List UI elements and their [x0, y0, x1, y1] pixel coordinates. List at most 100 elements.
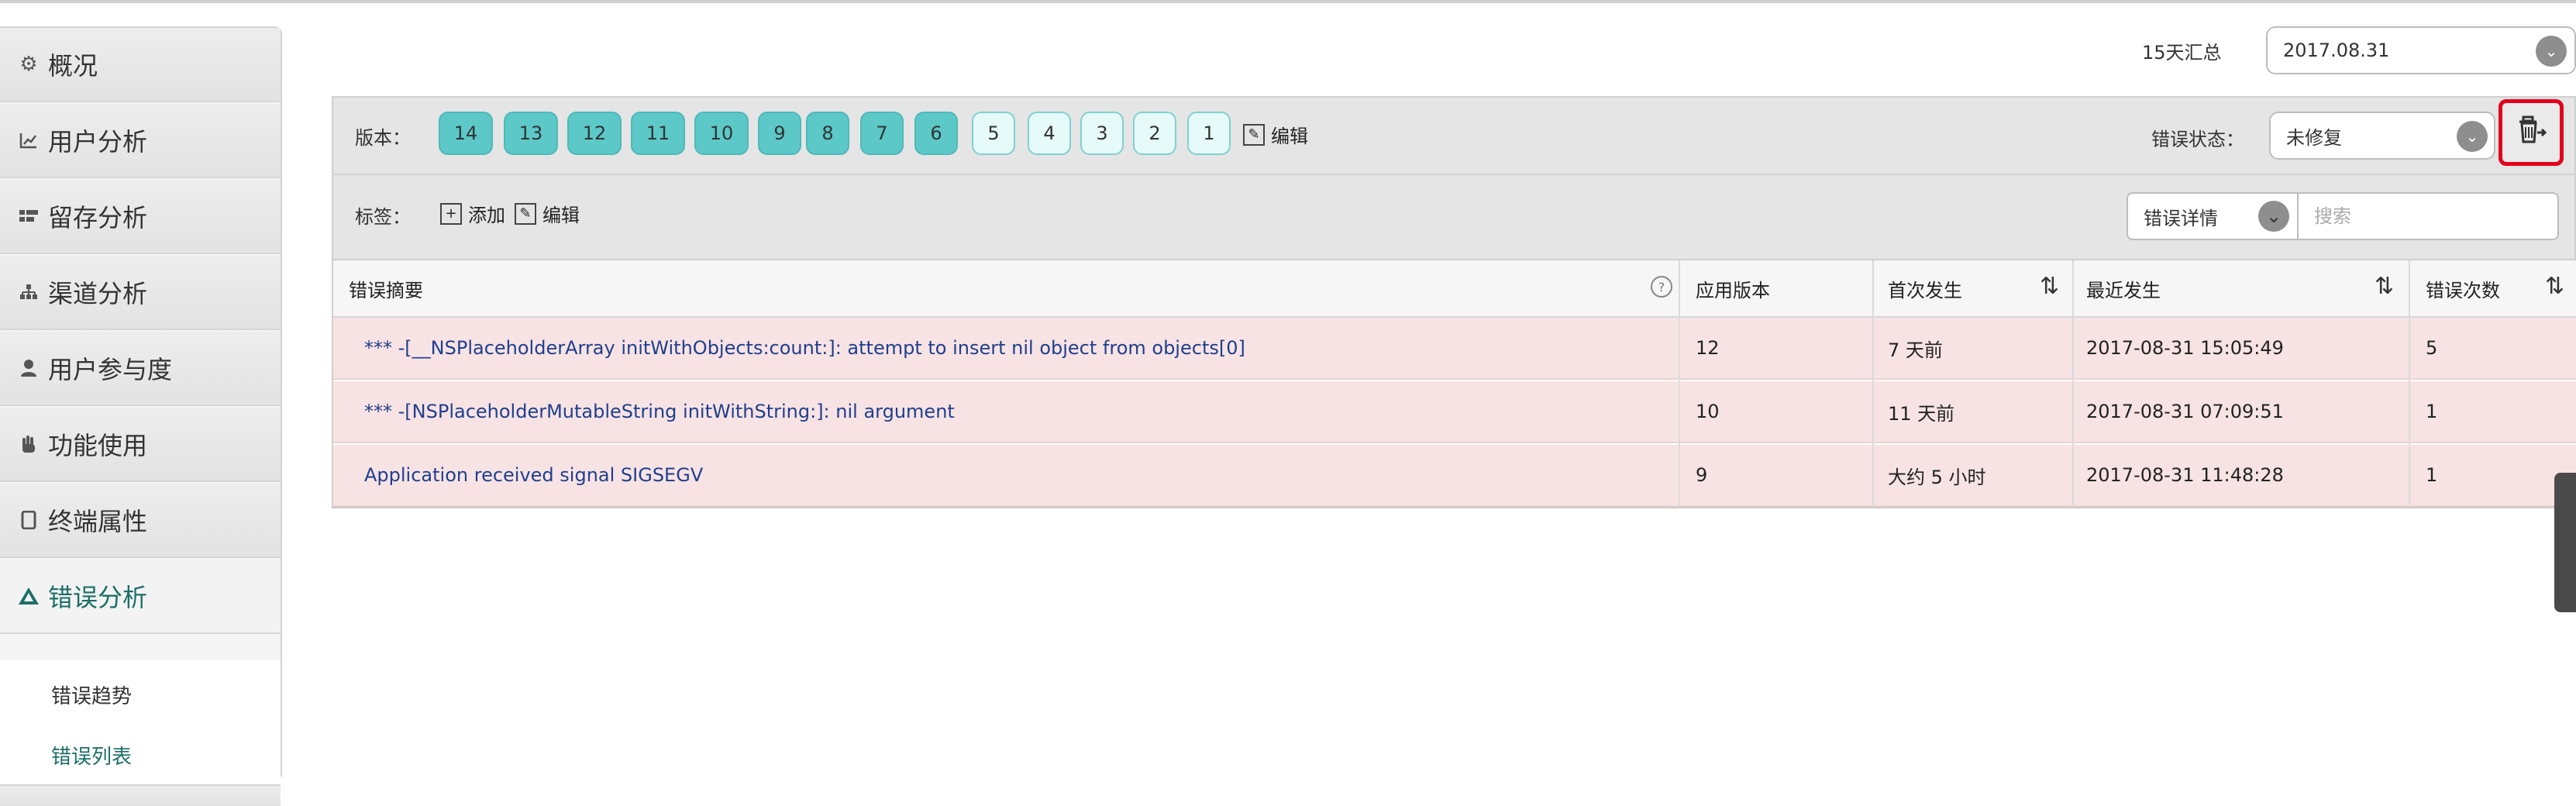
sidebar-item-label: 概况	[48, 51, 98, 81]
date-select-value: 2017.08.31	[2283, 40, 2390, 61]
version-edit-button[interactable]: ✎ 编辑	[1243, 121, 1308, 148]
hand-icon	[15, 431, 42, 457]
submenu-item-error-list[interactable]: 错误列表	[51, 741, 132, 770]
cell-count: 1	[2426, 464, 2438, 486]
tablet-icon	[15, 507, 42, 533]
sort-icon[interactable]: ⇅	[2040, 273, 2059, 300]
error-table: 错误摘要 ? 应用版本 首次发生 ⇅ 最近发生 ⇅ 错误次数 ⇅ *** -[_…	[332, 260, 2576, 508]
version-pill[interactable]: 2	[1133, 112, 1176, 155]
version-pill[interactable]: 9	[758, 112, 801, 155]
search-input[interactable]	[2299, 194, 2554, 239]
user-icon	[15, 355, 42, 381]
cell-version: 12	[1696, 337, 1720, 359]
sidebar-next-item[interactable]	[0, 784, 281, 806]
sort-icon[interactable]: ⇅	[2545, 273, 2564, 300]
sidebar-item-overview[interactable]: ⚙ 概况	[0, 28, 281, 102]
col-last-occurrence[interactable]: 最近发生	[2086, 260, 2161, 316]
divider	[333, 174, 2574, 175]
column-divider	[2072, 260, 2074, 507]
version-pill[interactable]: 12	[567, 112, 622, 155]
sidebar-item-device[interactable]: 终端属性	[0, 484, 281, 558]
sidebar-item-label: 用户分析	[48, 127, 148, 157]
submenu: 错误趋势 错误列表	[0, 660, 281, 781]
edit-icon: ✎	[1243, 123, 1265, 146]
col-first-occurrence[interactable]: 首次发生	[1888, 260, 1962, 316]
tag-add-label: 添加	[468, 205, 505, 226]
error-summary-link[interactable]: Application received signal SIGSEGV	[364, 445, 703, 505]
chevron-down-icon: ⌄	[2258, 201, 2289, 232]
status-select[interactable]: 未修复 ⌄	[2269, 112, 2495, 160]
sidebar-item-engagement[interactable]: 用户参与度	[0, 332, 281, 406]
hierarchy-icon	[15, 279, 42, 305]
tag-add-button[interactable]: + 添加	[440, 200, 505, 227]
sidebar-item-label: 渠道分析	[48, 279, 148, 308]
sidebar: ⚙ 概况 用户分析 留存分析 渠道分析 用户参与度 功能使用 终端属性 错误分析…	[0, 26, 282, 806]
version-pill[interactable]: 3	[1080, 112, 1124, 155]
sidebar-item-feature-usage[interactable]: 功能使用	[0, 408, 281, 482]
detail-select-value: 错误详情	[2144, 207, 2218, 229]
plus-icon: +	[440, 202, 462, 225]
version-pill[interactable]: 13	[504, 112, 558, 155]
tag-edit-label: 编辑	[542, 205, 580, 226]
version-pill[interactable]: 1	[1187, 112, 1231, 155]
detail-select[interactable]: 错误详情 ⌄	[2128, 194, 2299, 239]
sidebar-item-label: 终端属性	[48, 507, 148, 536]
col-version: 应用版本	[1696, 279, 1770, 301]
cell-last: 2017-08-31 07:09:51	[2086, 401, 2284, 422]
chevron-down-icon: ⌄	[2536, 36, 2567, 67]
tag-label: 标签：	[355, 206, 411, 228]
version-pill[interactable]: 7	[860, 112, 904, 155]
version-pill[interactable]: 11	[631, 112, 685, 155]
status-select-value: 未修复	[2286, 126, 2342, 149]
trash-icon	[2516, 114, 2547, 152]
version-pill[interactable]: 14	[439, 112, 493, 155]
sidebar-item-retention[interactable]: 留存分析	[0, 180, 281, 254]
table-header: 错误摘要 ? 应用版本 首次发生 ⇅ 最近发生 ⇅ 错误次数 ⇅	[333, 260, 2576, 318]
sidebar-item-user-analysis[interactable]: 用户分析	[0, 104, 281, 178]
chart-icon	[15, 127, 42, 153]
trash-button[interactable]	[2499, 99, 2564, 166]
grid-icon	[15, 203, 42, 229]
col-summary: 错误摘要	[349, 279, 423, 301]
submenu-item-error-trend[interactable]: 错误趋势	[51, 680, 132, 709]
top-border	[0, 0, 2576, 3]
version-pill[interactable]: 5	[972, 112, 1015, 155]
version-pill[interactable]: 6	[914, 112, 958, 155]
version-pill[interactable]: 4	[1028, 112, 1071, 155]
help-icon[interactable]: ?	[1651, 276, 1672, 298]
gear-icon: ⚙	[19, 53, 38, 76]
table-row[interactable]: *** -[__NSPlaceholderArray initWithObjec…	[333, 318, 2576, 380]
date-select[interactable]: 2017.08.31 ⌄	[2266, 26, 2576, 74]
sidebar-item-label: 功能使用	[48, 431, 148, 460]
cell-version: 9	[1696, 464, 1708, 486]
cell-count: 5	[2426, 337, 2438, 359]
version-pill[interactable]: 10	[694, 112, 749, 155]
tag-edit-button[interactable]: ✎ 编辑	[515, 200, 580, 227]
sidebar-item-channel[interactable]: 渠道分析	[0, 256, 281, 330]
cell-last: 2017-08-31 11:48:28	[2086, 464, 2284, 486]
error-summary-link[interactable]: *** -[NSPlaceholderMutableString initWit…	[364, 381, 955, 442]
column-divider	[1679, 260, 1680, 507]
cell-count: 1	[2426, 401, 2438, 422]
version-pill[interactable]: 8	[806, 112, 849, 155]
sidebar-item-label: 错误分析	[48, 583, 148, 612]
feedback-tab[interactable]	[2554, 473, 2576, 612]
col-error-count[interactable]: 错误次数	[2426, 260, 2500, 316]
summary-label: 15天汇总	[2142, 42, 2222, 64]
chevron-down-icon: ⌄	[2457, 121, 2488, 152]
sidebar-item-error-analysis[interactable]: 错误分析	[0, 560, 281, 634]
version-label: 版本：	[355, 127, 411, 149]
cell-version: 10	[1696, 401, 1720, 422]
table-row[interactable]: *** -[NSPlaceholderMutableString initWit…	[333, 381, 2576, 443]
sort-icon[interactable]: ⇅	[2375, 273, 2394, 300]
column-divider	[2409, 260, 2410, 507]
error-summary-link[interactable]: *** -[__NSPlaceholderArray initWithObjec…	[364, 318, 1245, 378]
cell-first: 7 天前	[1888, 339, 1943, 361]
sidebar-item-label: 留存分析	[48, 203, 148, 232]
edit-icon: ✎	[515, 202, 536, 225]
cell-last: 2017-08-31 15:05:49	[2086, 337, 2284, 359]
column-divider	[1872, 260, 1874, 507]
search-box: 错误详情 ⌄	[2127, 192, 2559, 240]
table-row[interactable]: Application received signal SIGSEGV 9 大约…	[333, 445, 2576, 507]
sidebar-item-label: 用户参与度	[48, 355, 173, 384]
